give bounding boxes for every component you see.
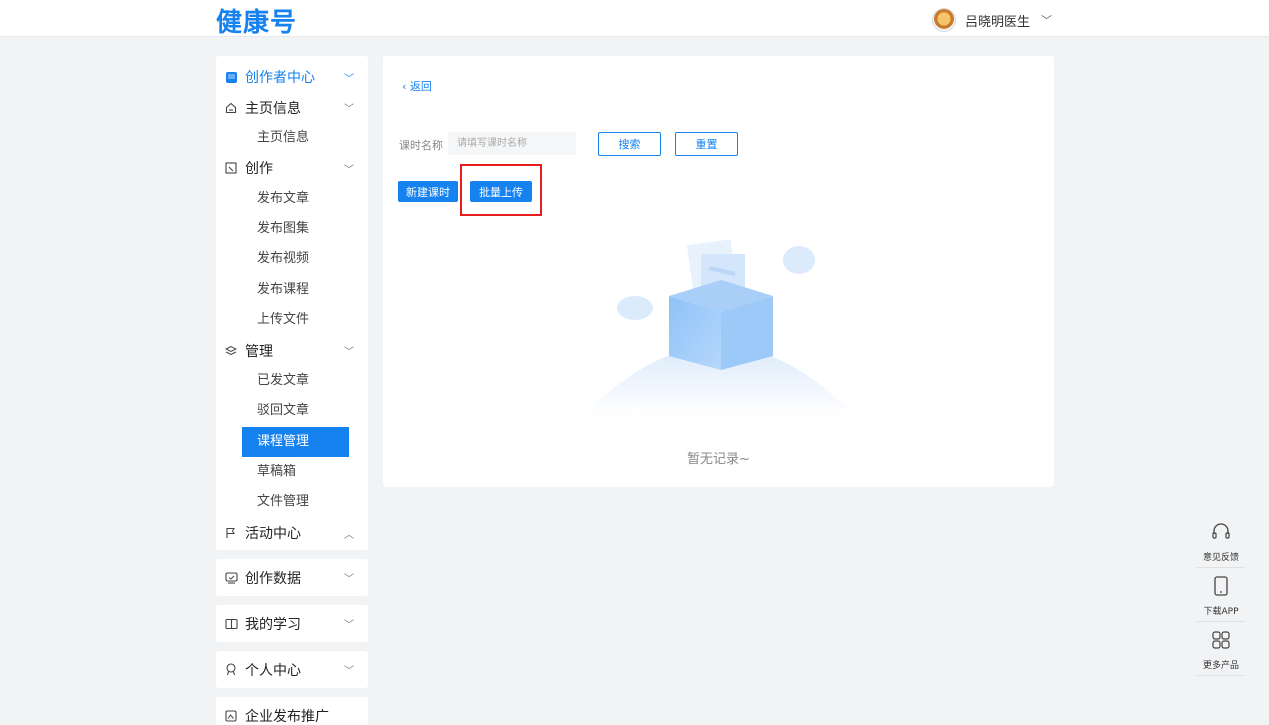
logo[interactable]: 健康号 <box>216 2 297 39</box>
sidebar: 创作者中心 ﹀ 主页信息 ﹀ 主页信息 创作 ﹀ 发布文章 发布图集 发布视频 … <box>216 56 368 725</box>
sidebar-item-label: 企业发布推广 <box>245 708 329 725</box>
sidebar-subitem-drafts[interactable]: 草稿箱 <box>216 457 368 487</box>
main-content: ‹ 返回 课时名称 搜索 重置 新建课时 批量上传 暂无记录~ <box>383 56 1054 487</box>
image-icon <box>224 709 238 723</box>
sidebar-item-label: 创作 <box>245 161 273 178</box>
highlight-box <box>460 164 542 216</box>
monitor-icon <box>224 571 238 585</box>
sidebar-subitem-file-management[interactable]: 文件管理 <box>216 487 368 517</box>
chevron-down-icon[interactable]: ﹀ <box>1041 12 1052 28</box>
sidebar-item-enterprise-promo[interactable]: 企业发布推广 <box>216 701 368 725</box>
more-products-button[interactable]: 更多产品 <box>1197 622 1245 676</box>
sidebar-subitem-publish-gallery[interactable]: 发布图集 <box>216 214 368 244</box>
back-link[interactable]: ‹ 返回 <box>402 78 432 94</box>
empty-state-illustration <box>583 239 855 416</box>
badge-icon <box>224 663 238 677</box>
user-name[interactable]: 吕晓明医生 <box>965 11 1030 30</box>
sidebar-item-create[interactable]: 创作 ﹀ <box>216 153 368 183</box>
chevron-down-icon: ﹀ <box>344 104 354 116</box>
sidebar-card-personal-center: 个人中心 ﹀ <box>216 651 368 689</box>
sidebar-item-creation-data[interactable]: 创作数据 ﹀ <box>216 563 368 593</box>
sidebar-subitem-rejected-articles[interactable]: 驳回文章 <box>216 396 368 426</box>
sidebar-subitem-homepage-info[interactable]: 主页信息 <box>216 123 368 153</box>
open-book-icon <box>224 617 238 631</box>
home-icon <box>224 101 238 115</box>
sidebar-subitem-published-articles[interactable]: 已发文章 <box>216 366 368 396</box>
headset-icon <box>1211 522 1231 547</box>
sidebar-item-label: 活动中心 <box>245 526 301 543</box>
user-menu[interactable]: 吕晓明医生 ﹀ <box>932 8 1052 32</box>
feedback-button[interactable]: 意见反馈 <box>1197 514 1245 568</box>
download-app-button[interactable]: 下载APP <box>1197 568 1245 622</box>
chevron-down-icon: ﹀ <box>344 620 354 632</box>
phone-icon <box>1213 576 1229 601</box>
sidebar-card-creation-data: 创作数据 ﹀ <box>216 559 368 597</box>
chevron-down-icon: ﹀ <box>344 666 354 678</box>
edit-icon <box>224 161 238 175</box>
lesson-name-label: 课时名称 <box>399 139 443 152</box>
reset-button[interactable]: 重置 <box>675 132 738 156</box>
sidebar-item-activity-center[interactable]: 活动中心 ︿ <box>216 518 368 548</box>
chevron-down-icon: ﹀ <box>344 73 354 85</box>
sidebar-item-label: 主页信息 <box>245 100 301 117</box>
chevron-down-icon: ﹀ <box>344 164 354 176</box>
sidebar-main-card: 创作者中心 ﹀ 主页信息 ﹀ 主页信息 创作 ﹀ 发布文章 发布图集 发布视频 … <box>216 56 368 551</box>
top-bar: 健康号 吕晓明医生 ﹀ <box>0 0 1269 39</box>
sidebar-item-label: 个人中心 <box>245 662 301 679</box>
sidebar-item-personal-center[interactable]: 个人中心 ﹀ <box>216 655 368 685</box>
new-lesson-button[interactable]: 新建课时 <box>398 181 458 202</box>
search-button[interactable]: 搜索 <box>598 132 661 156</box>
sidebar-item-label: 我的学习 <box>245 616 301 633</box>
sidebar-subitem-publish-article[interactable]: 发布文章 <box>216 184 368 214</box>
sidebar-item-homepage-info[interactable]: 主页信息 ﹀ <box>216 92 368 122</box>
sidebar-subitem-publish-video[interactable]: 发布视频 <box>216 244 368 274</box>
sidebar-subitem-course-management[interactable]: 课程管理 <box>242 426 349 458</box>
flag-icon <box>224 526 238 540</box>
avatar[interactable] <box>932 8 956 32</box>
grid-icon <box>1211 630 1231 655</box>
lesson-name-input[interactable] <box>448 132 576 155</box>
chevron-up-icon: ︿ <box>344 529 354 541</box>
sidebar-item-label: 管理 <box>245 343 273 360</box>
sidebar-subitem-upload-file[interactable]: 上传文件 <box>216 305 368 335</box>
book-icon <box>224 70 238 84</box>
sidebar-item-label: 创作者中心 <box>245 70 315 87</box>
sidebar-item-label: 创作数据 <box>245 570 301 587</box>
chevron-down-icon: ﹀ <box>344 574 354 586</box>
layers-icon <box>224 344 238 358</box>
chevron-down-icon: ﹀ <box>344 347 354 359</box>
sidebar-subitem-publish-course[interactable]: 发布课程 <box>216 275 368 305</box>
sidebar-item-my-learning[interactable]: 我的学习 ﹀ <box>216 609 368 639</box>
floating-toolbar: 意见反馈 下载APP 更多产品 <box>1197 514 1245 676</box>
sidebar-card-enterprise: 企业发布推广 <box>216 697 368 725</box>
sidebar-card-my-learning: 我的学习 ﹀ <box>216 605 368 643</box>
sidebar-item-creator-center[interactable]: 创作者中心 ﹀ <box>216 62 368 92</box>
chevron-left-icon: ‹ <box>402 80 410 93</box>
empty-state-text: 暂无记录~ <box>687 452 750 467</box>
sidebar-item-manage[interactable]: 管理 ﹀ <box>216 336 368 366</box>
